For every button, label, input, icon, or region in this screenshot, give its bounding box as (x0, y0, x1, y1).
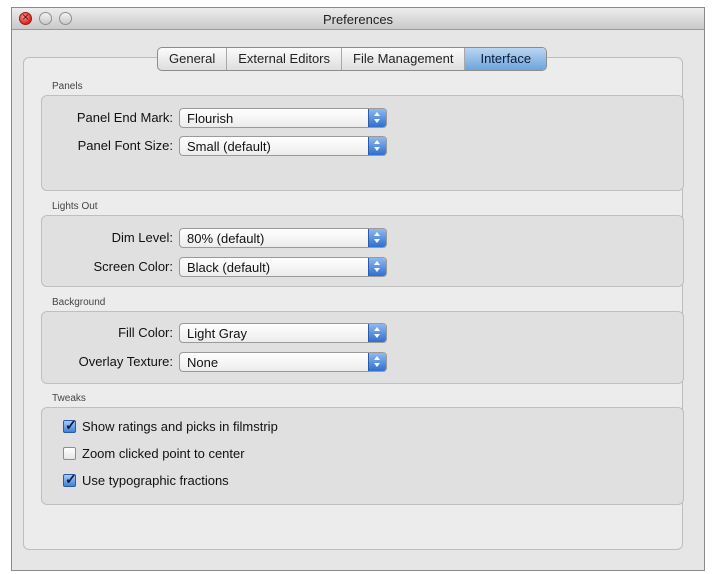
dim-level-label: Dim Level: (111, 230, 173, 245)
title-bar[interactable]: Preferences (12, 8, 704, 30)
panel-end-mark-value: Flourish (187, 111, 234, 126)
popup-stepper-icon (368, 324, 386, 342)
dim-level-value: 80% (default) (187, 231, 265, 246)
show-ratings-label: Show ratings and picks in filmstrip (82, 419, 278, 434)
background-group (41, 311, 684, 384)
screen-color-value: Black (default) (187, 260, 271, 275)
panel-font-size-value: Small (default) (187, 139, 271, 154)
popup-stepper-icon (368, 353, 386, 371)
fill-color-value: Light Gray (187, 326, 247, 341)
window-title: Preferences (322, 12, 394, 27)
zoom-clicked-checkbox[interactable] (63, 447, 76, 460)
fill-color-label: Fill Color: (118, 325, 173, 340)
dim-level-popup[interactable]: 80% (default) (179, 228, 387, 248)
panel-font-size-label: Panel Font Size: (77, 138, 173, 153)
fill-color-popup[interactable]: Light Gray (179, 323, 387, 343)
checkmark-icon: ✓ (65, 471, 77, 487)
panel-end-mark-popup[interactable]: Flourish (179, 108, 387, 128)
popup-stepper-icon (368, 229, 386, 247)
preferences-tabs: General External Editors File Management… (157, 47, 548, 71)
panels-section-label: Panels (52, 81, 83, 92)
lights-out-section-label: Lights Out (52, 201, 98, 212)
overlay-texture-label: Overlay Texture: (78, 354, 173, 369)
panel-font-size-popup[interactable]: Small (default) (179, 136, 387, 156)
popup-stepper-icon (368, 258, 386, 276)
checkmark-icon: ✓ (65, 417, 77, 433)
screen-color-label: Screen Color: (93, 259, 173, 274)
background-section-label: Background (52, 297, 106, 308)
show-ratings-checkbox[interactable]: ✓ (63, 417, 77, 433)
tab-external-editors[interactable]: External Editors (227, 48, 343, 70)
typographic-fractions-label: Use typographic fractions (82, 473, 229, 488)
tab-file-management[interactable]: File Management (342, 48, 466, 70)
zoom-clicked-label: Zoom clicked point to center (82, 446, 245, 461)
popup-stepper-icon (368, 137, 386, 155)
screen-color-popup[interactable]: Black (default) (179, 257, 387, 277)
popup-stepper-icon (368, 109, 386, 127)
tweaks-section-label: Tweaks (52, 393, 86, 404)
overlay-texture-popup[interactable]: None (179, 352, 387, 372)
tab-general[interactable]: General (158, 48, 228, 70)
tab-interface[interactable]: Interface (465, 48, 547, 70)
panel-end-mark-label: Panel End Mark: (76, 110, 173, 125)
overlay-texture-value: None (187, 355, 219, 370)
typographic-fractions-checkbox[interactable]: ✓ (63, 471, 77, 487)
